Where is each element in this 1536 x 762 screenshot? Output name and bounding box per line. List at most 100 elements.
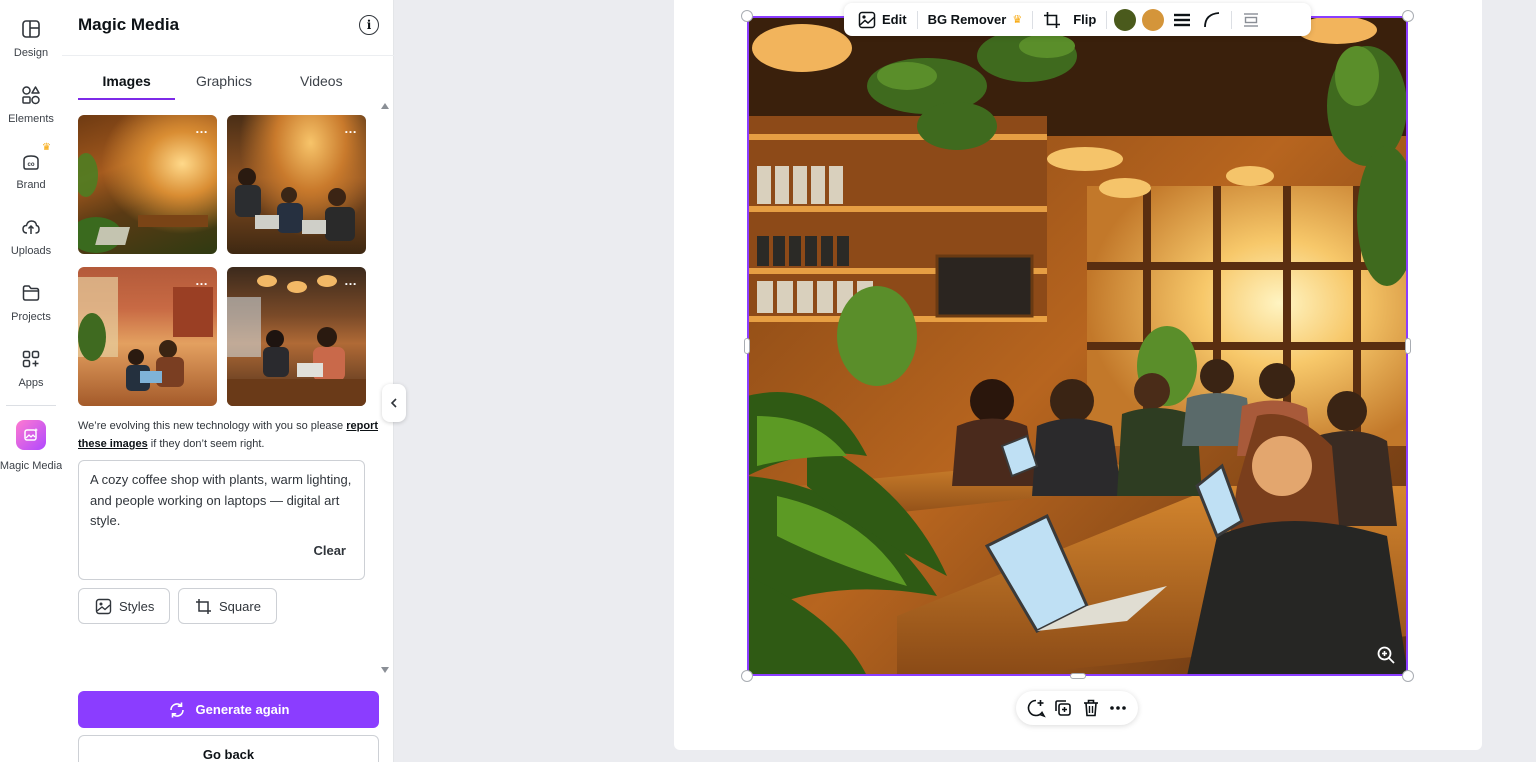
generate-again-button[interactable]: Generate again bbox=[78, 691, 379, 728]
duplicate-icon bbox=[1055, 700, 1072, 716]
comment-add-icon bbox=[1027, 699, 1046, 718]
resize-handle-bottom[interactable] bbox=[1070, 673, 1086, 679]
sidebar-item-label: Projects bbox=[11, 311, 51, 323]
sidebar-item-projects[interactable]: Projects bbox=[0, 276, 62, 336]
crop-icon bbox=[1044, 11, 1061, 28]
sidebar-item-magic-media[interactable]: Magic Media bbox=[0, 418, 62, 474]
resize-handle-right[interactable] bbox=[1405, 338, 1411, 354]
rail-divider bbox=[6, 405, 56, 406]
prompt-textarea[interactable]: A cozy coffee shop with plants, warm lig… bbox=[78, 460, 365, 580]
zoom-in-icon[interactable] bbox=[1376, 645, 1396, 665]
notice-text-lead: We’re evolving this new technology with … bbox=[78, 420, 347, 432]
folder-icon bbox=[20, 282, 42, 304]
sidebar-item-design[interactable]: Design bbox=[0, 12, 62, 72]
edit-label: Edit bbox=[882, 12, 907, 27]
more-options-icon[interactable]: … bbox=[344, 273, 358, 288]
tab-videos[interactable]: Videos bbox=[273, 62, 370, 100]
resize-handle-top-right[interactable] bbox=[1402, 10, 1414, 22]
edit-image-icon bbox=[858, 11, 876, 28]
position-icon bbox=[1244, 12, 1259, 27]
panel-divider bbox=[62, 55, 394, 56]
toolbar-divider bbox=[1032, 10, 1034, 29]
refresh-icon bbox=[169, 702, 184, 717]
svg-text:co: co bbox=[27, 162, 34, 168]
go-back-button[interactable]: Go back bbox=[78, 735, 379, 762]
delete-button[interactable] bbox=[1079, 696, 1103, 720]
layout-icon bbox=[20, 18, 42, 40]
crown-icon: ♛ bbox=[1012, 14, 1023, 26]
color-swatch-ochre[interactable] bbox=[1142, 8, 1165, 31]
aspect-ratio-button[interactable]: Square bbox=[178, 588, 277, 624]
styles-label: Styles bbox=[119, 598, 155, 614]
sidebar-item-elements[interactable]: Elements bbox=[0, 78, 62, 138]
resize-handle-bottom-left[interactable] bbox=[741, 670, 753, 682]
generated-image-thumbnail[interactable]: … bbox=[227, 267, 366, 406]
flip-label: Flip bbox=[1073, 12, 1097, 27]
image-context-toolbar: Edit BG Remover ♛ Flip bbox=[844, 3, 1311, 36]
corner-radius-icon bbox=[1204, 11, 1220, 27]
sidebar-item-label: Brand bbox=[16, 179, 46, 191]
more-options-icon[interactable]: … bbox=[195, 121, 209, 136]
corner-rounding-button[interactable] bbox=[1197, 6, 1227, 34]
notice-text-tail: if they don’t seem right. bbox=[147, 438, 265, 450]
sidebar-item-uploads[interactable]: Uploads bbox=[0, 210, 62, 270]
sidebar-item-label: Elements bbox=[8, 113, 54, 125]
clear-button[interactable]: Clear bbox=[313, 541, 346, 562]
more-options-button[interactable] bbox=[1106, 696, 1130, 720]
generated-image-thumbnail[interactable]: … bbox=[78, 115, 217, 254]
crop-button[interactable] bbox=[1037, 6, 1067, 34]
tab-graphics[interactable]: Graphics bbox=[175, 62, 272, 100]
edit-image-button[interactable]: Edit bbox=[852, 6, 913, 34]
brand-icon: co ♛ bbox=[20, 142, 51, 172]
sidebar-item-label: Design bbox=[13, 47, 49, 59]
resize-handle-top-left[interactable] bbox=[741, 10, 753, 22]
bg-remover-label: BG Remover bbox=[927, 12, 1007, 27]
resize-handle-bottom-right[interactable] bbox=[1402, 670, 1414, 682]
image-icon bbox=[95, 598, 112, 614]
trash-icon bbox=[1083, 699, 1098, 717]
magic-media-panel: Magic Media i Images Graphics Videos … …… bbox=[62, 0, 394, 762]
info-icon[interactable]: i bbox=[359, 15, 379, 35]
panel-title: Magic Media bbox=[78, 15, 180, 34]
toolbar-divider bbox=[916, 10, 918, 29]
comment-button[interactable] bbox=[1024, 696, 1048, 720]
generated-image-thumbnail[interactable]: … bbox=[78, 267, 217, 406]
scroll-down-arrow[interactable] bbox=[381, 667, 389, 673]
generate-label: Generate again bbox=[195, 702, 290, 717]
toolbar-divider bbox=[1231, 10, 1233, 29]
styles-button[interactable]: Styles bbox=[78, 588, 170, 624]
tab-images[interactable]: Images bbox=[78, 62, 176, 100]
selected-image[interactable] bbox=[747, 16, 1408, 676]
color-swatch-olive[interactable] bbox=[1114, 8, 1137, 31]
magic-media-icon bbox=[16, 420, 46, 450]
element-quick-actions bbox=[1016, 691, 1138, 725]
notice-text: We’re evolving this new technology with … bbox=[78, 417, 378, 453]
more-options-icon[interactable]: … bbox=[195, 273, 209, 288]
position-button[interactable] bbox=[1236, 6, 1266, 34]
crop-icon bbox=[196, 598, 211, 614]
bg-remover-button[interactable]: BG Remover ♛ bbox=[922, 6, 1029, 34]
scroll-up-arrow[interactable] bbox=[381, 103, 389, 109]
coffee-shop-artwork bbox=[747, 16, 1408, 676]
sidebar-item-label: Uploads bbox=[10, 245, 52, 257]
sidebar-item-label: Magic Media bbox=[0, 460, 63, 472]
more-options-icon[interactable]: … bbox=[344, 121, 358, 136]
cloud-upload-icon bbox=[20, 216, 42, 238]
collapse-panel-button[interactable] bbox=[382, 384, 406, 422]
media-tabs: Images Graphics Videos bbox=[78, 62, 370, 100]
resize-handle-left[interactable] bbox=[744, 338, 750, 354]
crown-icon: ♛ bbox=[42, 142, 51, 153]
more-horizontal-icon bbox=[1110, 706, 1127, 710]
chevron-left-icon bbox=[390, 398, 397, 408]
prompt-text: A cozy coffee shop with plants, warm lig… bbox=[90, 472, 352, 528]
shapes-icon bbox=[20, 84, 42, 106]
border-style-button[interactable] bbox=[1167, 6, 1197, 34]
sidebar-item-label: Apps bbox=[18, 377, 44, 389]
flip-button[interactable]: Flip bbox=[1067, 6, 1102, 34]
sidebar-item-brand[interactable]: co ♛ Brand bbox=[0, 142, 62, 204]
aspect-label: Square bbox=[219, 598, 261, 614]
generated-image-thumbnail[interactable]: … bbox=[227, 115, 366, 254]
sidebar-item-apps[interactable]: Apps bbox=[0, 342, 62, 402]
duplicate-button[interactable] bbox=[1051, 696, 1075, 720]
border-lines-icon bbox=[1174, 13, 1191, 26]
